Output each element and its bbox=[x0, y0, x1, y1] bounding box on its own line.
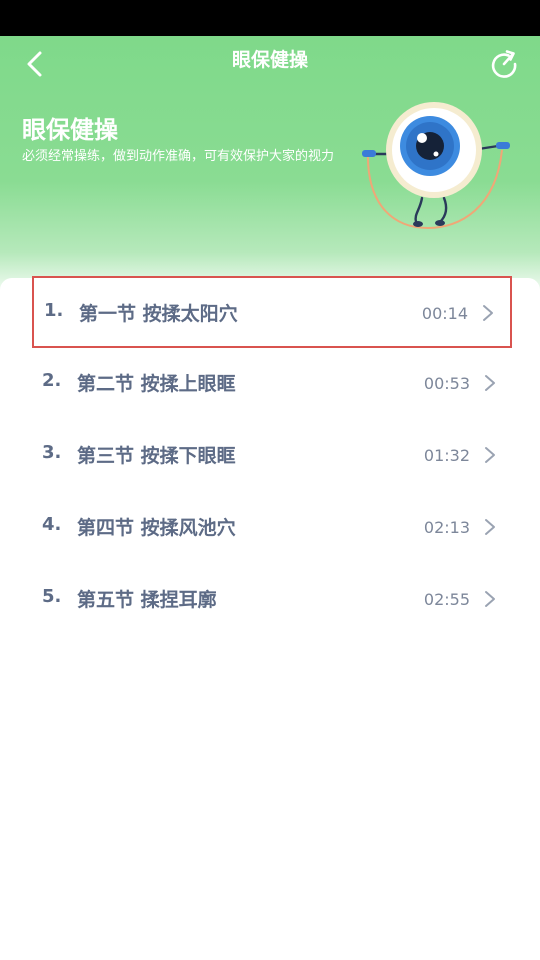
chevron-right-icon bbox=[485, 591, 495, 607]
lesson-duration: 01:32 bbox=[423, 446, 470, 465]
lesson-duration: 00:14 bbox=[421, 304, 468, 323]
lesson-title: 第四节 按揉风池穴 bbox=[77, 517, 236, 539]
chevron-right-icon bbox=[485, 519, 495, 535]
share-icon bbox=[491, 50, 517, 78]
lesson-title: 第五节 揉捏耳廓 bbox=[77, 589, 217, 611]
status-bar bbox=[0, 0, 540, 36]
lesson-index: 5. bbox=[42, 586, 62, 607]
lesson-index: 4. bbox=[42, 514, 62, 535]
lesson-index: 1. bbox=[44, 300, 64, 321]
lesson-item-3[interactable]: 3. 第三节 按揉下眼眶 01:32 bbox=[32, 420, 512, 490]
lesson-duration: 02:55 bbox=[423, 590, 470, 609]
chevron-right-icon bbox=[485, 447, 495, 463]
hero-title: 眼保健操 bbox=[22, 116, 118, 144]
lesson-item-4[interactable]: 4. 第四节 按揉风池穴 02:13 bbox=[32, 492, 512, 562]
chevron-right-icon bbox=[485, 375, 495, 391]
eyeball-mascot bbox=[362, 102, 510, 230]
lesson-title: 第三节 按揉下眼眶 bbox=[77, 445, 236, 467]
hero-header: 眼保健操 眼保健操 必须经常操练，做到动作准确，可有效保护大家的视力 bbox=[0, 36, 540, 300]
lesson-item-2[interactable]: 2. 第二节 按揉上眼眶 00:53 bbox=[32, 348, 512, 418]
lesson-duration: 00:53 bbox=[423, 374, 470, 393]
page-title: 眼保健操 bbox=[231, 49, 308, 71]
lesson-item-5[interactable]: 5. 第五节 揉捏耳廓 02:55 bbox=[32, 564, 512, 634]
lesson-list-card: 1. 第一节 按揉太阳穴 00:14 2. 第二节 按揉上眼眶 00:53 3.… bbox=[0, 276, 540, 960]
hero-description: 必须经常操练，做到动作准确，可有效保护大家的视力 bbox=[22, 149, 335, 164]
lesson-index: 2. bbox=[42, 370, 62, 391]
lesson-duration: 02:13 bbox=[423, 518, 470, 537]
chevron-right-icon bbox=[483, 305, 493, 321]
lesson-title: 第二节 按揉上眼眶 bbox=[77, 373, 236, 395]
nav-bar: 眼保健操 bbox=[0, 36, 540, 88]
share-button[interactable] bbox=[488, 48, 520, 80]
lesson-item-1[interactable]: 1. 第一节 按揉太阳穴 00:14 bbox=[32, 276, 512, 348]
lesson-index: 3. bbox=[42, 442, 62, 463]
lesson-title: 第一节 按揉太阳穴 bbox=[79, 303, 238, 325]
